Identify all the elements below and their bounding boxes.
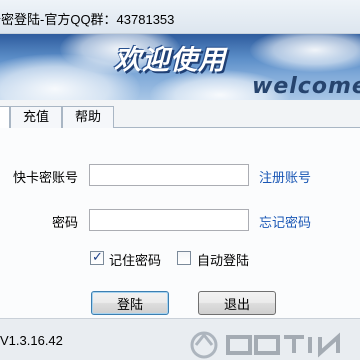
register-link[interactable]: 注册账号 (259, 167, 311, 186)
title-bar[interactable]: 卡密登陆-官方QQ群：43781353 (0, 0, 360, 34)
auto-login-label[interactable]: 自动登陆 (197, 250, 249, 269)
login-button[interactable]: 登陆 (91, 291, 169, 315)
window-title: 卡密登陆-官方QQ群：43781353 (0, 12, 175, 27)
card-account-label: 快卡密账号 (12, 170, 78, 185)
remember-password-checkbox[interactable]: ✓ (90, 249, 104, 265)
tab-recharge[interactable]: 充值 (10, 106, 62, 128)
tab-login[interactable] (0, 106, 10, 128)
version-label: V1.3.16.42 (0, 333, 63, 348)
welcome-banner: 欢迎使用 welcome (0, 34, 360, 100)
forgot-password-link[interactable]: 忘记密码 (259, 212, 311, 231)
tab-strip: 充值 帮助 (0, 106, 360, 128)
exit-button[interactable]: 退出 (198, 291, 276, 315)
password-input[interactable] (89, 209, 249, 231)
watermark-logo-icon (190, 331, 340, 359)
cloud-decoration (250, 34, 360, 72)
status-bar: V1.3.16.42 (0, 318, 360, 360)
checkmark-icon: ✓ (92, 249, 103, 264)
auto-login-checkbox[interactable] (177, 251, 191, 265)
banner-title: 欢迎使用 (114, 45, 226, 76)
card-account-input[interactable] (89, 164, 249, 186)
tab-help[interactable]: 帮助 (62, 106, 114, 128)
remember-password-label[interactable]: 记住密码 (109, 250, 161, 269)
password-label: 密码 (51, 215, 78, 230)
banner-subtitle: welcome (252, 74, 360, 99)
